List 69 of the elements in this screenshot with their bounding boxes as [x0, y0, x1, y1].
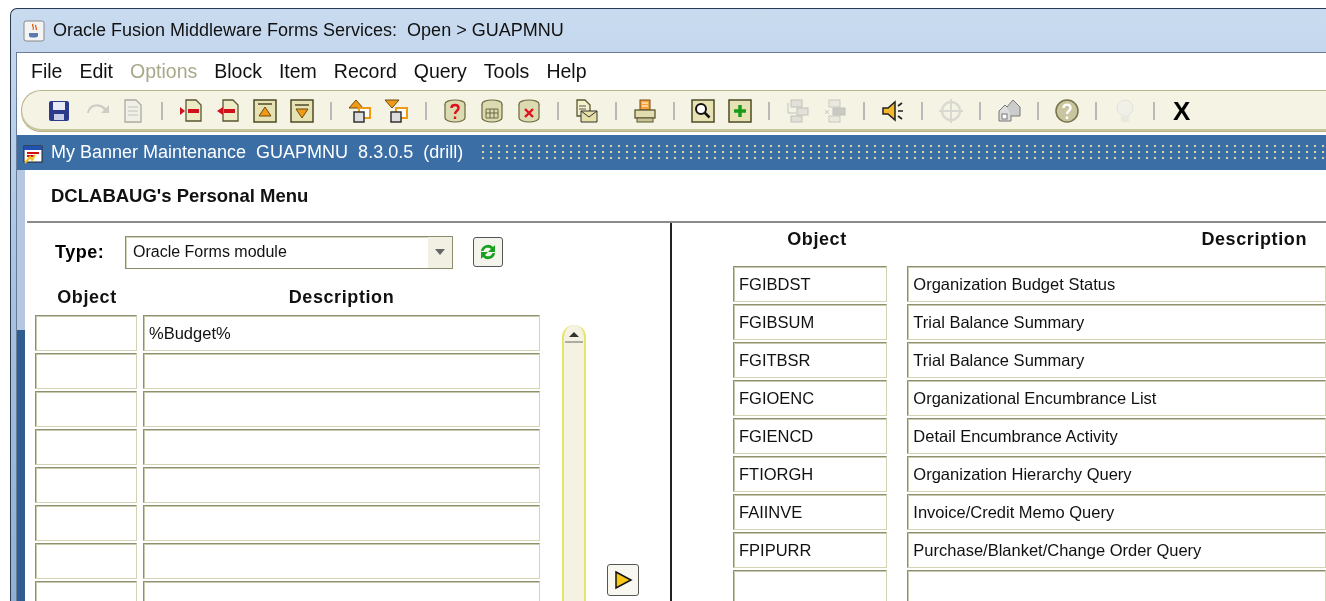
- description-field[interactable]: %Budget%: [143, 315, 540, 351]
- caret-icon: [434, 248, 446, 256]
- object-field[interactable]: FGIBSUM: [733, 304, 888, 340]
- menu-item[interactable]: Query: [413, 59, 467, 83]
- description-field[interactable]: [907, 570, 1326, 601]
- form-title: My Banner Maintenance GUAPMNU 8.3.0.5 (drill): [51, 142, 464, 163]
- object-field[interactable]: [35, 505, 137, 541]
- description-field[interactable]: Organization Hierarchy Query: [907, 456, 1326, 492]
- stacked-squares-icon[interactable]: [346, 97, 374, 125]
- database-x-icon[interactable]: [515, 97, 543, 125]
- menu-item[interactable]: Item: [278, 59, 317, 83]
- window-title: Oracle Fusion Middleware Forms Services: Open > GUAPMNU: [53, 20, 564, 41]
- houses-icon[interactable]: [995, 97, 1023, 125]
- stacked-squares-icon[interactable]: [383, 97, 411, 125]
- description-field[interactable]: [143, 505, 540, 541]
- object-field[interactable]: [35, 315, 137, 351]
- magnifier-document-icon[interactable]: [689, 97, 717, 125]
- object-field[interactable]: [35, 391, 137, 427]
- type-label: Type:: [55, 241, 106, 263]
- object-field[interactable]: [35, 429, 137, 465]
- refresh-button[interactable]: [473, 237, 503, 267]
- type-dropdown[interactable]: Oracle Forms module: [125, 235, 453, 269]
- object-field[interactable]: [35, 467, 137, 503]
- description-field[interactable]: Purchase/Blanket/Change Order Query: [907, 532, 1326, 568]
- description-field[interactable]: Organizational Encumbrance List: [907, 380, 1326, 416]
- description-field[interactable]: Detail Encumbrance Activity: [907, 418, 1326, 454]
- plus-document-icon[interactable]: [726, 97, 754, 125]
- description-field[interactable]: Invoice/Credit Memo Query: [907, 494, 1326, 530]
- description-field[interactable]: [143, 543, 540, 579]
- printer-icon[interactable]: [631, 97, 659, 125]
- description-field[interactable]: [143, 467, 540, 503]
- envelope-documents-icon[interactable]: [573, 97, 601, 125]
- object-field[interactable]: FGIOENC: [733, 380, 888, 416]
- coffee-cup-icon: [23, 19, 45, 42]
- description-field[interactable]: [143, 353, 540, 389]
- object-field[interactable]: [35, 543, 137, 579]
- triangle-up-icon[interactable]: [251, 97, 279, 125]
- object-field[interactable]: FAIINVE: [733, 494, 888, 530]
- menu-item[interactable]: File: [31, 59, 63, 83]
- object-field[interactable]: [35, 353, 137, 389]
- triangle-down-icon[interactable]: [288, 97, 316, 125]
- description-field[interactable]: Trial Balance Summary: [907, 304, 1326, 340]
- exit-button[interactable]: X: [1169, 95, 1191, 127]
- object-field[interactable]: FPIPURR: [733, 532, 888, 568]
- play-triangle-icon: [613, 570, 633, 590]
- object-field[interactable]: FGIBDST: [733, 266, 888, 302]
- description-field[interactable]: [143, 429, 540, 465]
- menu-item[interactable]: Tools: [483, 59, 530, 83]
- database-icon[interactable]: [478, 97, 506, 125]
- menu-item[interactable]: Help: [546, 59, 587, 83]
- column-header: Object: [56, 287, 118, 309]
- description-field[interactable]: Trial Balance Summary: [907, 342, 1326, 378]
- column-header: Object: [786, 229, 848, 251]
- menu-item[interactable]: Record: [333, 59, 397, 83]
- menu-heading: DCLABAUG's Personal Menu: [51, 184, 309, 207]
- menu-item[interactable]: Edit: [79, 59, 114, 83]
- object-field[interactable]: [733, 570, 888, 601]
- next-button[interactable]: [607, 564, 639, 596]
- document-arrow-icon[interactable]: [177, 97, 205, 125]
- menu-item[interactable]: Block: [214, 59, 262, 83]
- column-header: Description: [1200, 229, 1307, 251]
- object-field[interactable]: FGITBSR: [733, 342, 888, 378]
- question-circle-icon[interactable]: [1053, 97, 1081, 125]
- description-field[interactable]: Organization Budget Status: [907, 266, 1326, 302]
- database-question-icon[interactable]: [441, 97, 469, 125]
- column-header: Description: [287, 287, 396, 309]
- object-field[interactable]: FTIORGH: [733, 456, 888, 492]
- object-field[interactable]: FGIENCD: [733, 418, 888, 454]
- description-field[interactable]: [143, 391, 540, 427]
